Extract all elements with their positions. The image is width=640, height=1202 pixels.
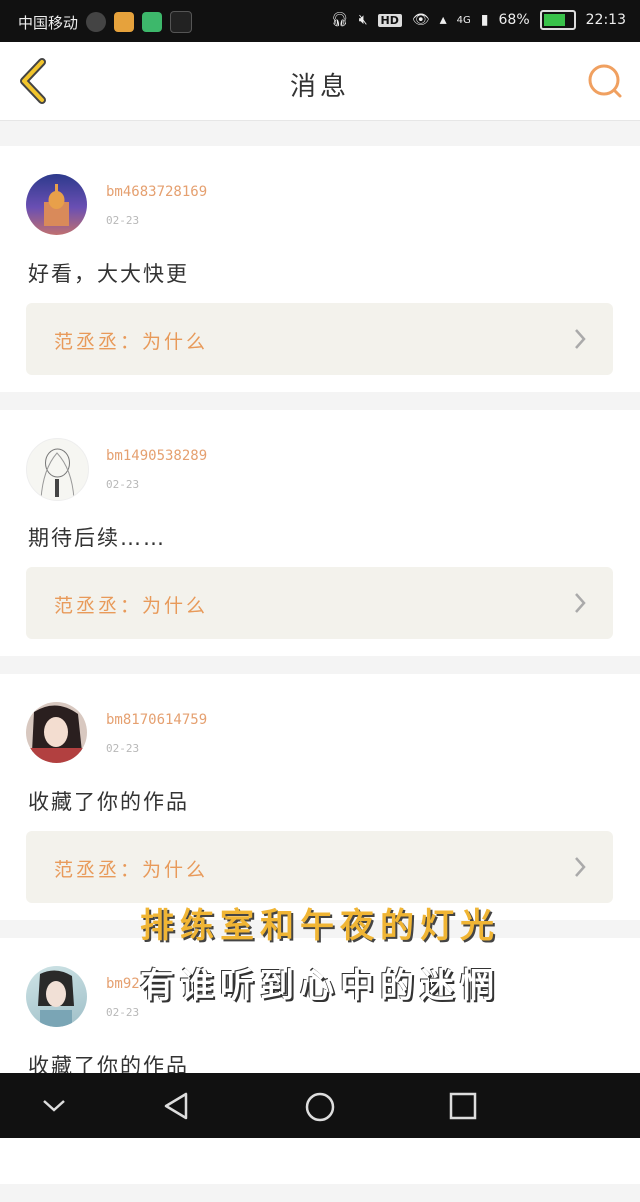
chevron-right-icon xyxy=(575,329,586,349)
quoted-work[interactable]: 范丞丞：为什么 xyxy=(26,831,613,903)
search-icon[interactable] xyxy=(586,62,624,100)
eye-icon: 👁︎ xyxy=(411,12,430,28)
chevron-right-icon xyxy=(575,857,586,877)
carrier-label: 中国移动 xyxy=(18,13,79,32)
battery-percent: 68% xyxy=(498,12,530,28)
netease-app-icon xyxy=(86,12,107,32)
signal-icon: ▮ xyxy=(480,12,489,28)
message-date: 02-23 xyxy=(106,1006,140,1019)
recents-square-icon[interactable] xyxy=(448,1091,478,1121)
chevron-down-icon[interactable] xyxy=(40,1091,68,1119)
quoted-work-title: 范丞丞：为什么 xyxy=(54,595,209,617)
page-title: 消息 xyxy=(289,72,350,102)
message-date: 02-23 xyxy=(106,214,140,227)
hd-badge: HD xyxy=(377,13,402,27)
overlay-subtitle-line1: 排练室和午夜的灯光 xyxy=(140,906,500,946)
clock: 22:13 xyxy=(585,12,626,28)
quoted-work-title: 范丞丞：为什么 xyxy=(54,331,209,353)
username[interactable]: bm1490538289 xyxy=(106,448,207,464)
system-nav-bar xyxy=(0,1073,640,1138)
tiktok-app-icon xyxy=(170,11,193,33)
status-bar: 中国移动 🎧︎ 🔇︎ HD 👁︎ ▴ 4G ▮ 68% 22:13 xyxy=(0,0,640,42)
comment-text: 收藏了你的作品 xyxy=(28,790,189,814)
battery-icon xyxy=(539,10,576,30)
username[interactable]: bm4683728169 xyxy=(106,184,207,200)
avatar[interactable] xyxy=(26,174,87,235)
back-triangle-icon[interactable] xyxy=(162,1091,192,1121)
quoted-work[interactable]: 范丞丞：为什么 xyxy=(26,567,613,639)
avatar[interactable] xyxy=(26,438,89,501)
username[interactable]: bm8170614759 xyxy=(106,712,207,728)
overlay-subtitle-line2: 有谁听到心中的迷惘 xyxy=(140,966,500,1006)
weibo-app-icon xyxy=(114,12,135,32)
home-circle-icon[interactable] xyxy=(304,1091,336,1123)
comment-text: 期待后续…… xyxy=(28,526,166,550)
list-item[interactable]: bm8170614759 02-23 收藏了你的作品 范丞丞：为什么 xyxy=(0,674,640,920)
headphones-icon: 🎧︎ xyxy=(330,12,349,28)
video-app-icon xyxy=(142,12,163,32)
comment-text: 好看，大大快更 xyxy=(28,262,189,286)
quoted-work-title: 范丞丞：为什么 xyxy=(54,859,209,881)
message-date: 02-23 xyxy=(106,742,140,755)
message-list: bm4683728169 02-23 好看，大大快更 范丞丞：为什么 bm149… xyxy=(0,146,640,1202)
network-label: 4G xyxy=(456,14,471,26)
message-date: 02-23 xyxy=(106,478,140,491)
quoted-work[interactable]: 范丞丞：为什么 xyxy=(26,303,613,375)
avatar[interactable] xyxy=(26,702,87,763)
list-item[interactable]: bm1490538289 02-23 期待后续…… 范丞丞：为什么 xyxy=(0,410,640,656)
top-app-bar: 消息 xyxy=(0,42,640,121)
chevron-right-icon xyxy=(575,593,586,613)
mute-icon: 🔇︎ xyxy=(358,12,368,28)
wifi-icon: ▴ xyxy=(439,12,447,28)
list-item[interactable]: bm4683728169 02-23 好看，大大快更 范丞丞：为什么 xyxy=(0,146,640,392)
